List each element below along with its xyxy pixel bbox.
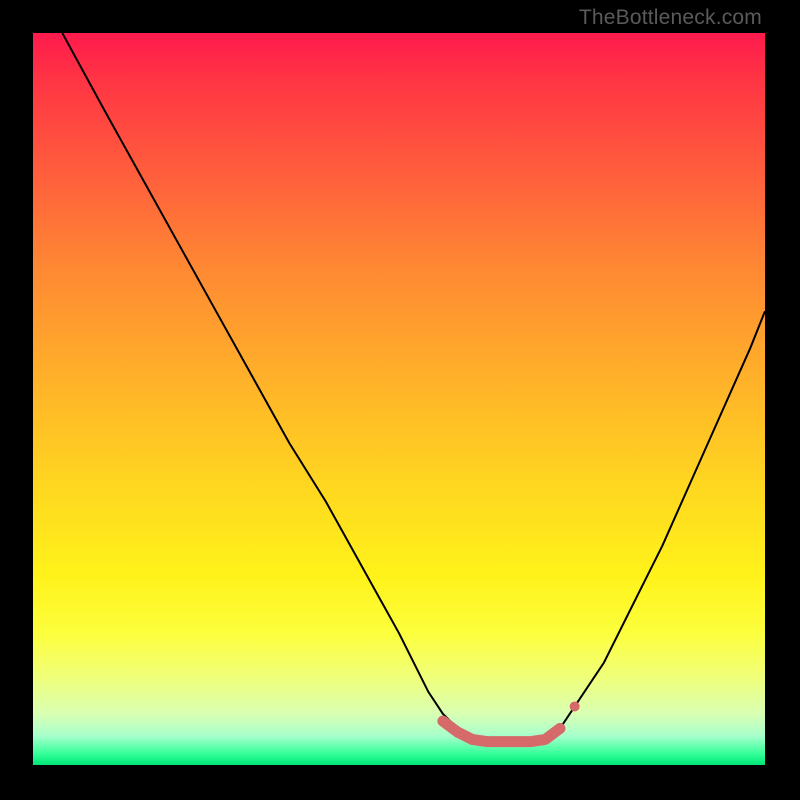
highlight-dot — [570, 701, 580, 711]
chart-svg — [33, 33, 765, 765]
frame-right — [765, 0, 800, 800]
highlight-segment — [443, 721, 560, 742]
frame-left — [0, 0, 33, 800]
bottleneck-curve — [62, 33, 765, 743]
watermark-text: TheBottleneck.com — [579, 6, 762, 30]
frame-bottom — [0, 765, 800, 800]
chart-plot-area — [33, 33, 765, 765]
